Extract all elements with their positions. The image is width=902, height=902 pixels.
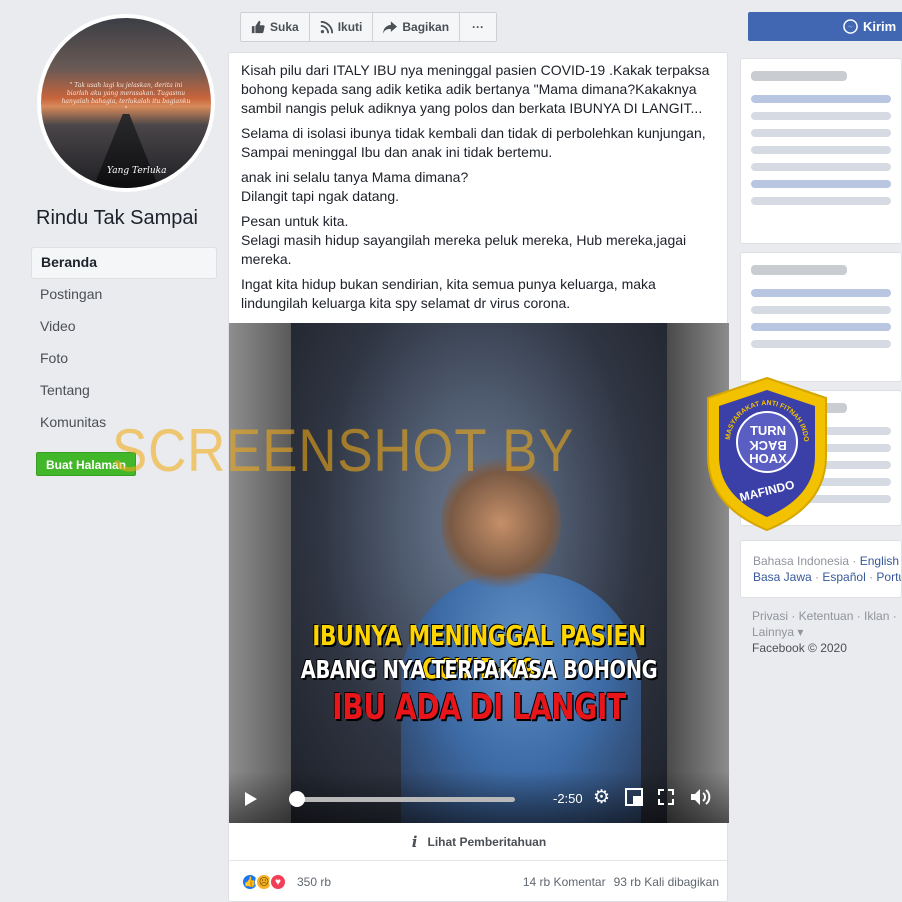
blurred-related-box: [740, 252, 902, 382]
volume-icon[interactable]: [689, 787, 711, 807]
language-link-espanol[interactable]: Español: [822, 570, 865, 584]
avatar-pier-shape: [93, 114, 159, 188]
badge-word-back: BACK: [749, 438, 787, 453]
language-link-jawa[interactable]: Basa Jawa: [753, 570, 812, 584]
profile-picture[interactable]: " Tak usah lagi ku jelaskan, derita ini …: [37, 14, 215, 192]
sidebar-item-tentang[interactable]: Tentang: [31, 375, 217, 407]
footer-more-link[interactable]: Lainnya ▾: [752, 624, 902, 640]
more-options-button[interactable]: ···: [460, 13, 496, 41]
video-progress-knob[interactable]: [289, 791, 305, 807]
love-reaction-icon: ♥: [269, 873, 287, 891]
share-label: Bagikan: [402, 20, 450, 34]
footer-links: Privasi · Ketentuan · Iklan · Lainnya ▾ …: [752, 608, 902, 656]
reaction-summary[interactable]: 👍 ☹ ♥ 350 rb: [241, 873, 331, 891]
sidebar-item-postingan[interactable]: Postingan: [31, 279, 217, 311]
page-title[interactable]: Rindu Tak Sampai: [36, 207, 198, 230]
language-selector: Bahasa Indonesia · English Basa Jawa · E…: [740, 540, 902, 598]
post-body: Kisah pilu dari ITALY IBU nya meninggal …: [241, 61, 719, 319]
send-message-label: Kirim: [863, 19, 897, 34]
post-paragraph: anak ini selalu tanya Mama dimana? Dilan…: [241, 169, 469, 204]
view-notice-label: Lihat Pemberitahuan: [427, 834, 547, 849]
sidebar-item-beranda[interactable]: Beranda: [31, 247, 217, 279]
video-controls: -2:50 ⚙: [229, 771, 729, 823]
page-action-bar: Suka Ikuti Bagikan ···: [240, 12, 498, 42]
view-notice-link[interactable]: i Lihat Pemberitahuan: [229, 823, 729, 861]
thumbs-up-icon: [251, 20, 265, 34]
sidebar-nav: Beranda Postingan Video Foto Tentang Kom…: [31, 247, 217, 439]
post-paragraph: Ingat kita hidup bukan sendirian, kita s…: [241, 276, 656, 311]
turnbackhoax-badge: MASYARAKAT ANTI FITNAH INDONESIA TURN BA…: [699, 371, 832, 532]
avatar-quote: " Tak usah lagi ku jelaskan, derita ini …: [61, 82, 191, 113]
comment-count-link[interactable]: 14 rb Komentar: [523, 875, 606, 889]
post-paragraph: Selama di isolasi ibunya tidak kembali d…: [241, 125, 706, 160]
more-dots-icon: ···: [472, 20, 485, 34]
footer-policy-links[interactable]: Privasi · Ketentuan · Iklan ·: [752, 608, 902, 624]
facebook-page: " Tak usah lagi ku jelaskan, derita ini …: [0, 0, 902, 902]
language-current[interactable]: Bahasa Indonesia: [753, 554, 849, 568]
messenger-icon: [843, 19, 858, 34]
video-player[interactable]: IBUNYA MENINGGAL PASIEN COVID-19 ABANG N…: [229, 323, 729, 823]
sidebar-item-foto[interactable]: Foto: [31, 343, 217, 375]
footer-copyright: Facebook © 2020: [752, 641, 847, 655]
video-progress-track[interactable]: [295, 797, 515, 802]
video-blur-left: [229, 323, 291, 823]
post-paragraph: Kisah pilu dari ITALY IBU nya meninggal …: [241, 62, 710, 116]
send-message-button[interactable]: Kirim: [748, 12, 902, 41]
settings-gear-icon[interactable]: ⚙: [593, 787, 610, 809]
post-stats: 👍 ☹ ♥ 350 rb 14 rb Komentar 93 rb Kali d…: [241, 871, 719, 893]
video-caption-line-2: ABANG NYA TERPAKASA BOHONG: [300, 655, 658, 684]
sidebar-item-video[interactable]: Video: [31, 311, 217, 343]
blurred-community-box: [740, 58, 902, 244]
video-caption-line-3: IBU ADA DI LANGIT: [332, 687, 626, 728]
badge-word-hoax: HOAX: [749, 451, 787, 466]
share-button[interactable]: Bagikan: [373, 13, 461, 41]
badge-word-turn: TURN: [749, 423, 787, 438]
video-time-remaining: -2:50: [553, 791, 583, 806]
avatar-image: " Tak usah lagi ku jelaskan, derita ini …: [41, 18, 211, 188]
language-link-english[interactable]: English: [860, 554, 899, 568]
avatar-signature: Yang Terluka: [107, 166, 167, 176]
badge-center-text: TURN BACK HOAX: [738, 424, 798, 466]
share-arrow-icon: [383, 20, 398, 34]
rss-icon: [320, 20, 333, 33]
follow-label: Ikuti: [337, 20, 363, 34]
screenshot-watermark: SCREENSHOT BY: [112, 417, 575, 484]
info-icon: i: [411, 832, 418, 851]
like-button[interactable]: Suka: [241, 13, 310, 41]
share-count-link[interactable]: 93 rb Kali dibagikan: [614, 875, 719, 889]
picture-in-picture-icon[interactable]: [625, 788, 643, 806]
fullscreen-icon[interactable]: [658, 789, 674, 805]
language-link-portu[interactable]: Portu: [876, 570, 901, 584]
like-label: Suka: [270, 20, 299, 34]
video-frame: [291, 323, 667, 823]
play-icon[interactable]: [245, 792, 257, 806]
post-paragraph: Pesan untuk kita. Selagi masih hidup say…: [241, 213, 687, 267]
follow-button[interactable]: Ikuti: [310, 13, 374, 41]
reaction-count: 350 rb: [297, 875, 332, 889]
